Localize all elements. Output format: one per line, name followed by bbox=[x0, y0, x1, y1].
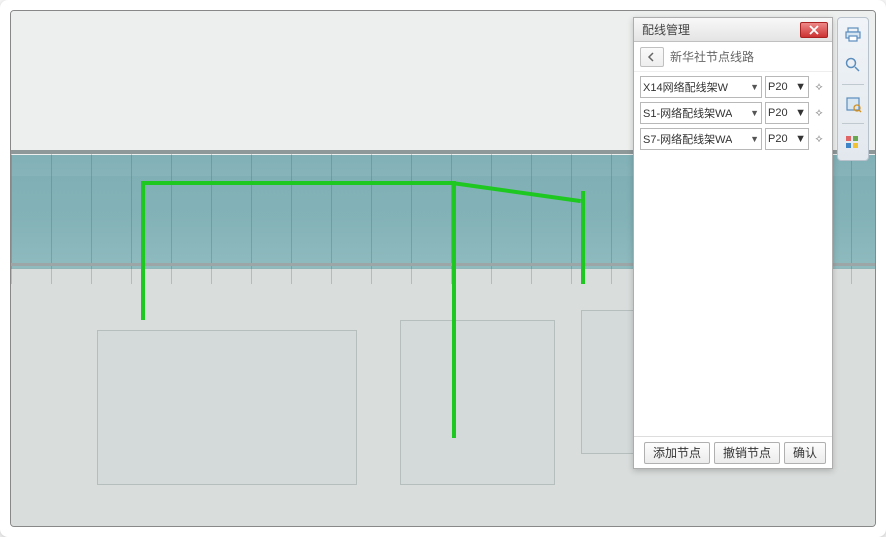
panel-body: X14网络配线架W▼ P20▼ ⟡ S1-网络配线架WA▼ P20▼ ⟡ S7-… bbox=[634, 72, 832, 436]
back-button[interactable] bbox=[640, 47, 664, 67]
apps-icon bbox=[844, 134, 862, 152]
port-select[interactable]: P20▼ bbox=[765, 76, 809, 98]
add-node-button[interactable]: 添加节点 bbox=[644, 442, 710, 464]
panel-header[interactable]: 配线管理 bbox=[634, 18, 832, 42]
cable-path bbox=[141, 181, 452, 185]
wiring-panel: 配线管理 新华社节点线路 X14网络配线架W▼ P20▼ ⟡ S1-网络配线架 bbox=[633, 17, 833, 469]
breadcrumb-text: 新华社节点线路 bbox=[670, 48, 754, 65]
chevron-down-icon: ▼ bbox=[750, 82, 759, 92]
breadcrumb-row: 新华社节点线路 bbox=[634, 42, 832, 72]
port-select[interactable]: P20▼ bbox=[765, 102, 809, 124]
cable-path bbox=[452, 181, 456, 439]
cable-path bbox=[581, 191, 585, 284]
close-icon bbox=[809, 25, 819, 35]
node-row: X14网络配线架W▼ P20▼ ⟡ bbox=[640, 76, 826, 98]
side-toolbar bbox=[837, 17, 869, 161]
print-icon bbox=[844, 26, 862, 44]
node-row: S7-网络配线架WA▼ P20▼ ⟡ bbox=[640, 128, 826, 150]
rack-cube bbox=[97, 330, 356, 485]
chevron-down-icon: ▼ bbox=[795, 81, 806, 93]
search-icon bbox=[844, 56, 862, 74]
node-select[interactable]: S1-网络配线架WA▼ bbox=[640, 102, 762, 124]
search-button[interactable] bbox=[840, 52, 866, 78]
port-select[interactable]: P20▼ bbox=[765, 128, 809, 150]
toolbar-separator bbox=[842, 123, 864, 124]
node-row: S1-网络配线架WA▼ P20▼ ⟡ bbox=[640, 102, 826, 124]
locate-icon bbox=[844, 95, 862, 113]
link-icon: ⟡ bbox=[812, 132, 826, 146]
app-frame: 配线管理 新华社节点线路 X14网络配线架W▼ P20▼ ⟡ S1-网络配线架 bbox=[0, 0, 886, 537]
toolbar-separator bbox=[842, 84, 864, 85]
panel-title: 配线管理 bbox=[642, 21, 690, 38]
panel-footer: 添加节点 撤销节点 确认 bbox=[634, 436, 832, 468]
locate-button[interactable] bbox=[840, 91, 866, 117]
chevron-down-icon: ▼ bbox=[795, 107, 806, 119]
print-button[interactable] bbox=[840, 22, 866, 48]
node-select[interactable]: X14网络配线架W▼ bbox=[640, 76, 762, 98]
arrow-left-icon bbox=[647, 52, 657, 62]
rack-cube bbox=[400, 320, 556, 485]
viewport-3d[interactable]: 配线管理 新华社节点线路 X14网络配线架W▼ P20▼ ⟡ S1-网络配线架 bbox=[10, 10, 876, 527]
chevron-down-icon: ▼ bbox=[795, 133, 806, 145]
chevron-down-icon: ▼ bbox=[750, 108, 759, 118]
cable-path bbox=[141, 181, 145, 320]
chevron-down-icon: ▼ bbox=[750, 134, 759, 144]
apps-button[interactable] bbox=[840, 130, 866, 156]
close-button[interactable] bbox=[800, 22, 828, 38]
confirm-button[interactable]: 确认 bbox=[784, 442, 826, 464]
node-select[interactable]: S7-网络配线架WA▼ bbox=[640, 128, 762, 150]
undo-node-button[interactable]: 撤销节点 bbox=[714, 442, 780, 464]
link-icon: ⟡ bbox=[812, 80, 826, 94]
link-icon: ⟡ bbox=[812, 106, 826, 120]
